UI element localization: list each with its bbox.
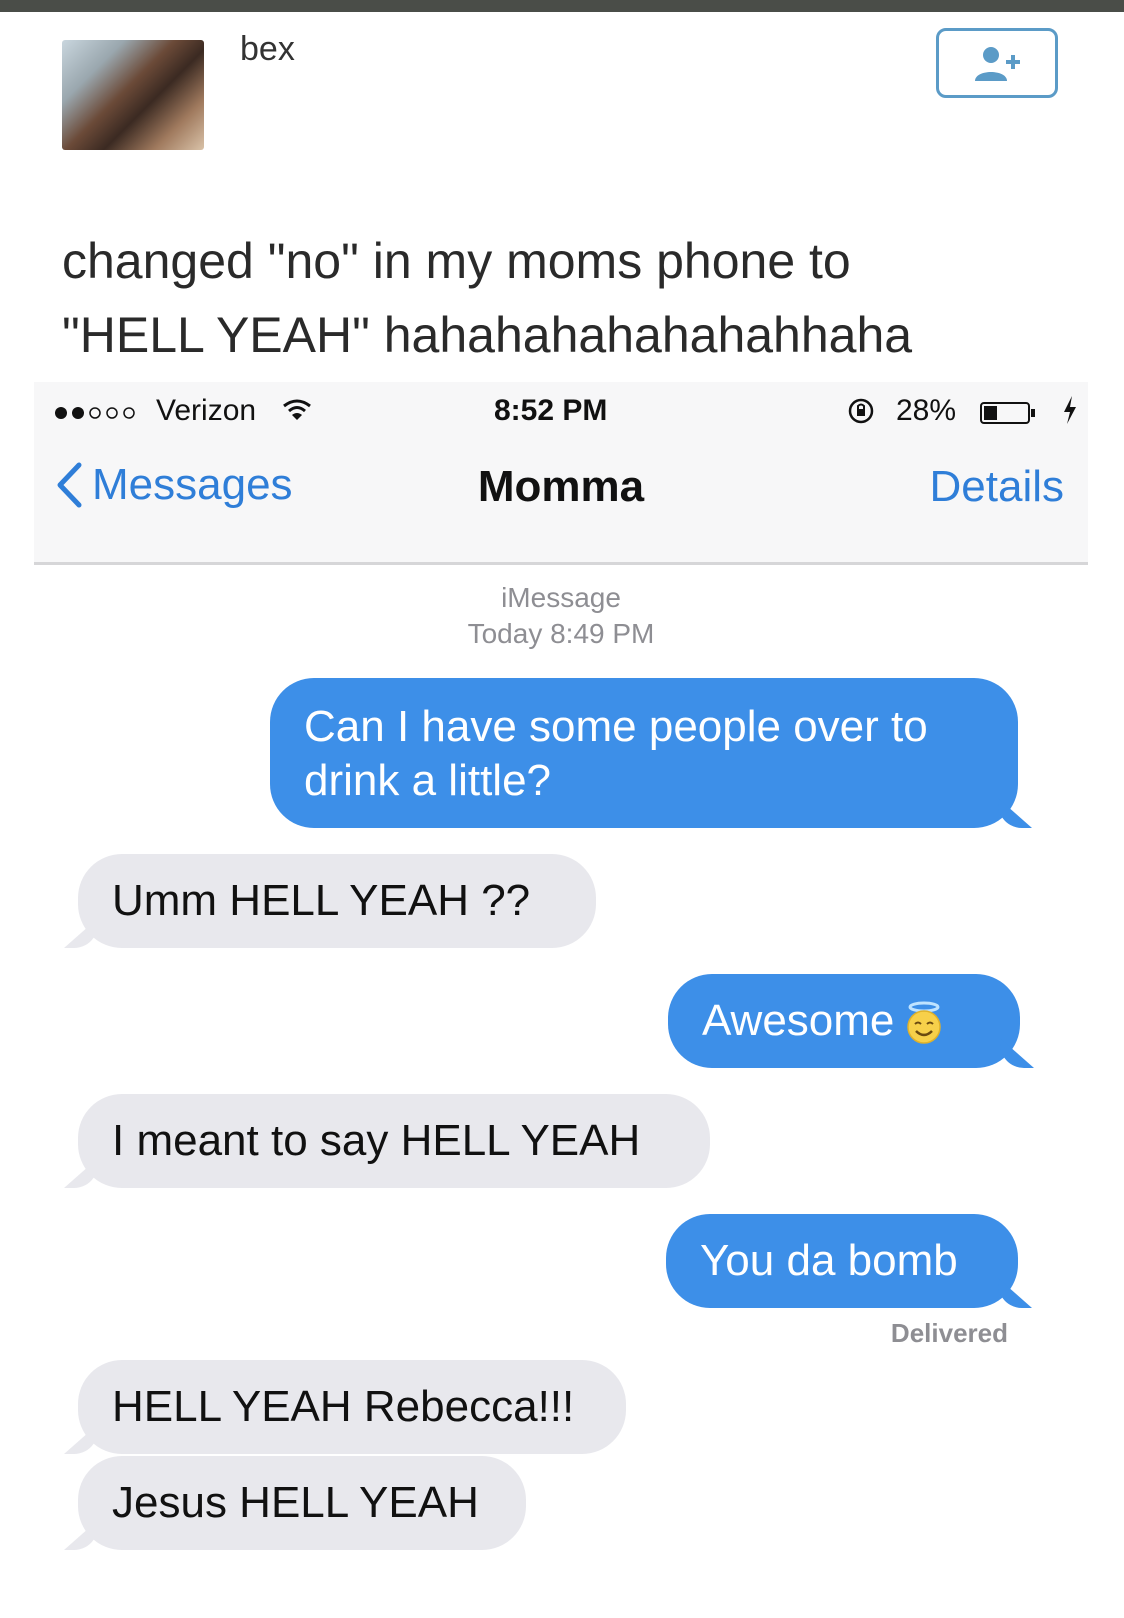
tweet-text-line: "HELL YEAH" hahahahahahahahhaha xyxy=(62,307,913,363)
carrier-name: Verizon xyxy=(156,394,257,427)
received-message-bubble[interactable]: I meant to say HELL YEAH xyxy=(78,1094,710,1188)
halo-smiley-emoji xyxy=(907,1001,942,1045)
sent-message-bubble[interactable]: Awesome xyxy=(668,974,1020,1068)
wifi-icon xyxy=(283,399,311,420)
details-button[interactable]: Details xyxy=(930,462,1065,512)
follow-button[interactable] xyxy=(936,28,1058,98)
received-message-bubble[interactable]: Umm HELL YEAH ?? xyxy=(78,854,596,948)
phone-screenshot: Verizon 8:52 PM 28% Messages Momma Detai… xyxy=(34,382,1088,1618)
username[interactable]: bex xyxy=(240,30,295,69)
avatar[interactable] xyxy=(62,40,204,150)
status-bar: Verizon 8:52 PM 28% xyxy=(34,394,1088,434)
follow-user-icon xyxy=(975,47,1020,81)
battery-percentage: 28% xyxy=(896,394,957,427)
received-message-bubble[interactable]: Jesus HELL YEAH xyxy=(78,1456,526,1550)
charging-bolt-icon xyxy=(1064,396,1076,424)
lock-rotation-icon xyxy=(848,398,874,424)
received-message-bubble[interactable]: HELL YEAH Rebecca!!! xyxy=(78,1360,626,1454)
signal-strength-icon xyxy=(55,407,135,419)
battery-icon xyxy=(980,402,1035,424)
delivered-status: Delivered xyxy=(890,1318,1008,1348)
status-time: 8:52 PM xyxy=(494,394,608,427)
message-text: Awesome xyxy=(702,996,895,1045)
navigation-bar: Verizon 8:52 PM 28% Messages Momma Detai… xyxy=(34,382,1088,565)
conversation-timestamp: Today 8:49 PM xyxy=(467,618,655,649)
tweet-text: changed "no" in my moms phone to "HELL Y… xyxy=(62,224,1062,372)
top-border xyxy=(0,0,1124,12)
service-label: iMessage xyxy=(501,582,621,613)
sent-message-bubble[interactable]: Can I have some people over to drink a l… xyxy=(270,678,1018,828)
tweet-text-line: changed "no" in my moms phone to xyxy=(62,233,851,289)
sent-message-bubble[interactable]: You da bomb xyxy=(666,1214,1018,1308)
